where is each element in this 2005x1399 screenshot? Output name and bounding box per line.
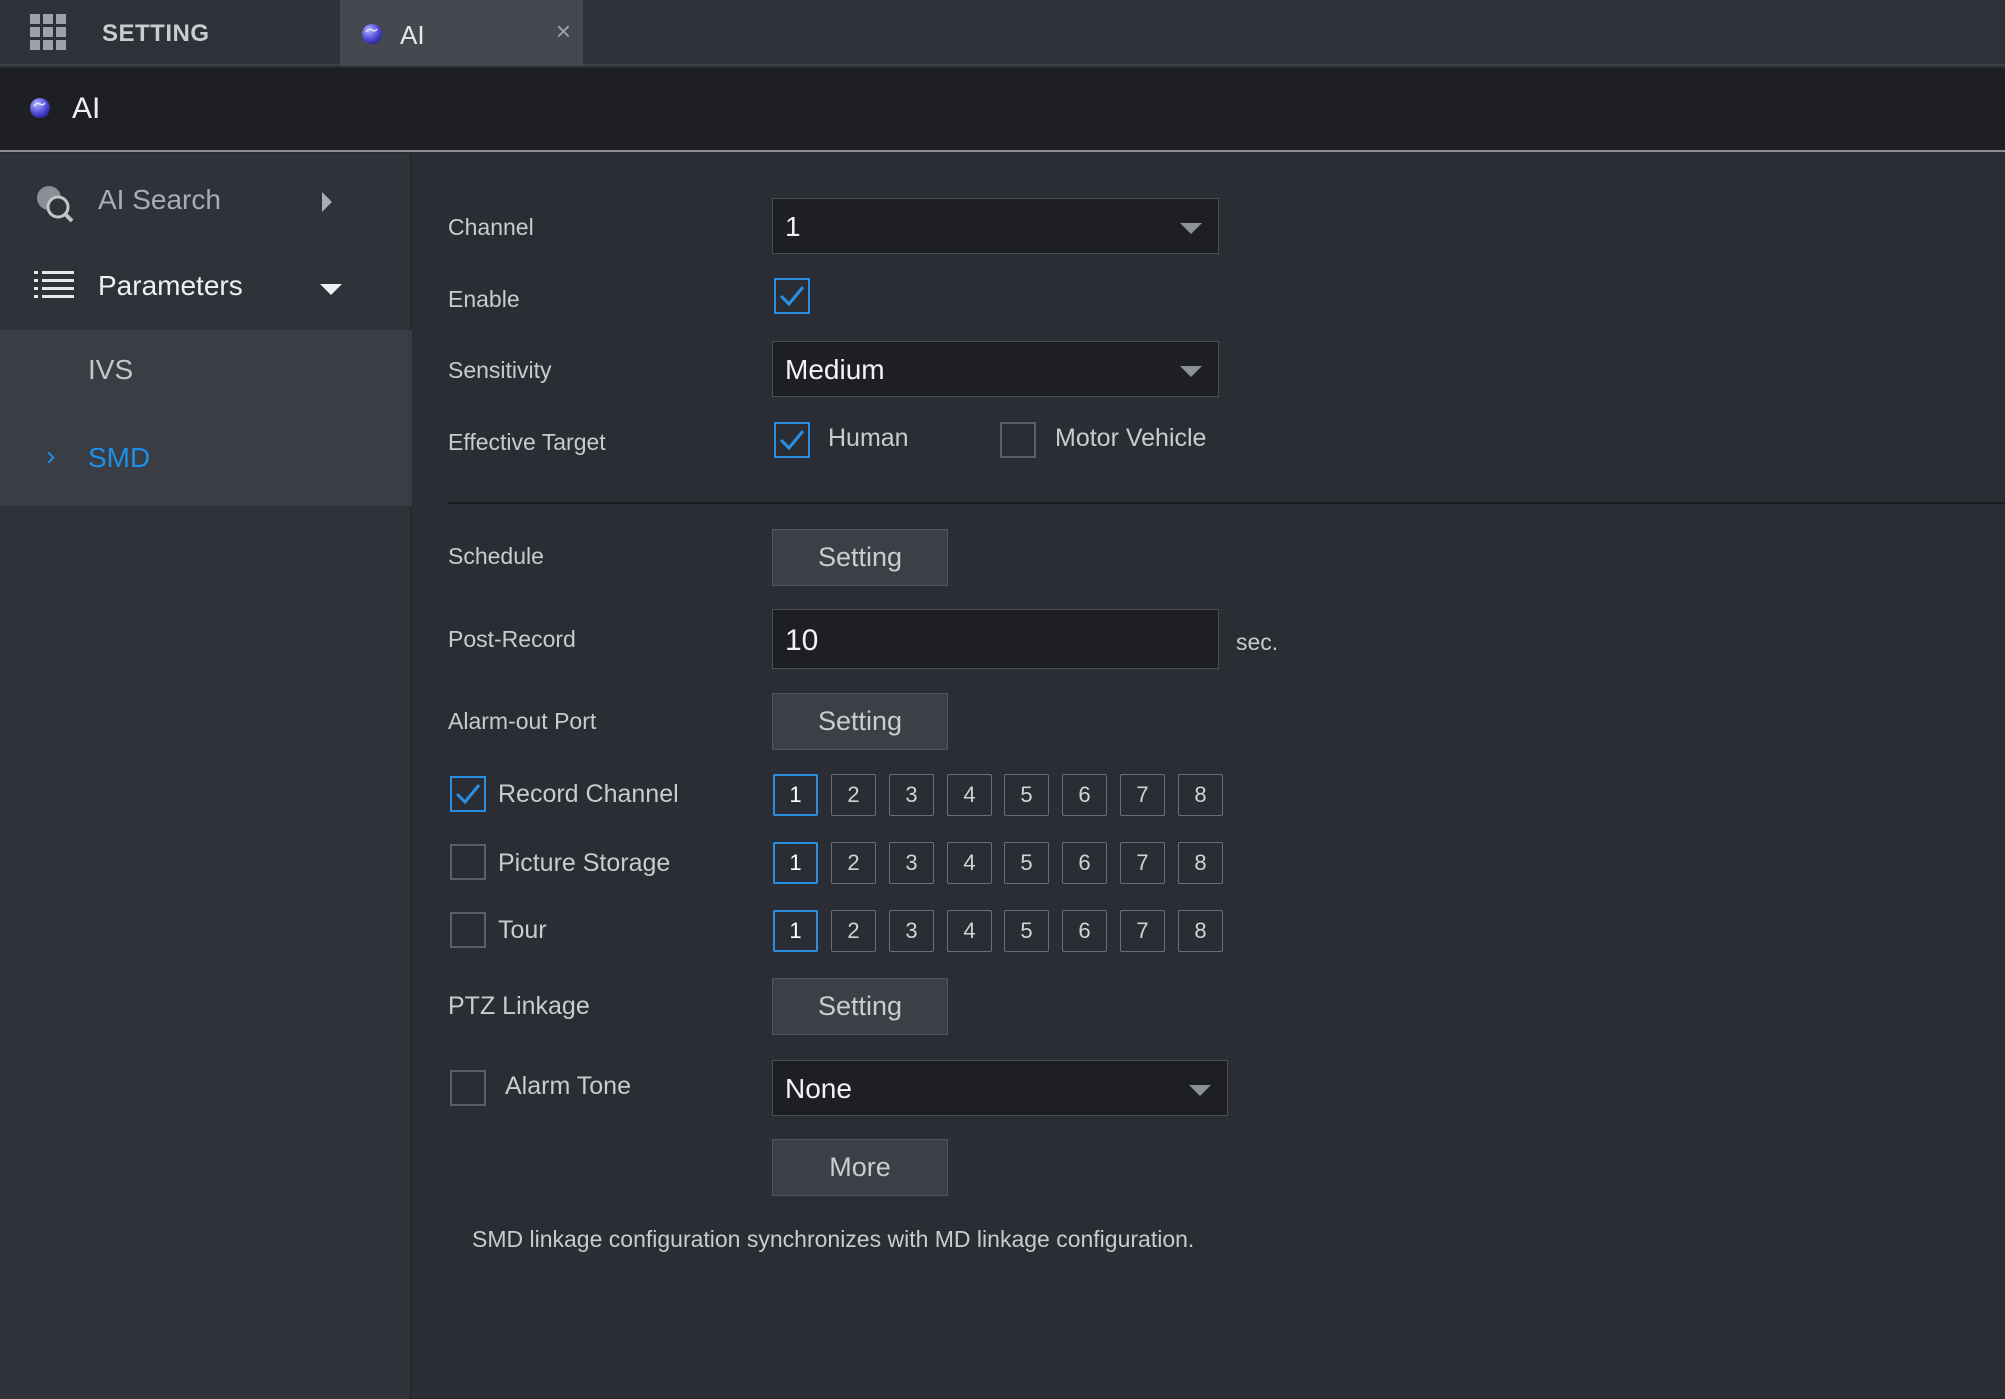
picture-storage-3[interactable]: 3 [889,842,934,884]
more-button[interactable]: More [772,1139,948,1196]
record-channel-8[interactable]: 8 [1178,774,1223,816]
close-icon[interactable]: × [556,16,571,47]
tour-channel-5[interactable]: 5 [1004,910,1049,952]
channel-select[interactable]: 1 [772,198,1219,254]
list-icon [34,271,74,298]
post-record-unit: sec. [1236,629,1279,655]
ptz-linkage-label: PTZ Linkage [448,992,590,1020]
linkage-note: SMD linkage configuration synchronizes w… [472,1226,1195,1252]
record-channel-label: Record Channel [498,780,679,808]
motor-vehicle-checkbox[interactable] [1000,422,1036,458]
tour-channel-1[interactable]: 1 [773,910,818,952]
chevron-down-icon [320,284,342,295]
alarm-tone-label: Alarm Tone [505,1072,631,1100]
sidebar-item-ivs[interactable]: IVS [0,330,412,416]
grid-icon[interactable] [30,14,66,50]
sensitivity-label: Sensitivity [448,357,552,383]
alarm-out-label: Alarm-out Port [448,708,597,734]
motor-vehicle-label: Motor Vehicle [1055,424,1207,452]
picture-storage-7[interactable]: 7 [1120,842,1165,884]
tour-channel-8[interactable]: 8 [1178,910,1223,952]
record-channel-3[interactable]: 3 [889,774,934,816]
tour-channel-2[interactable]: 2 [831,910,876,952]
schedule-label: Schedule [448,543,544,569]
channel-label: Channel [448,214,534,240]
post-record-input[interactable]: 10 [772,609,1219,669]
enable-checkbox[interactable] [774,278,810,314]
picture-storage-4[interactable]: 4 [947,842,992,884]
post-record-label: Post-Record [448,626,576,652]
enable-label: Enable [448,286,520,312]
globe-icon [30,98,50,118]
tab-setting-label: SETTING [102,20,210,47]
page-title: AI [72,92,101,125]
chevron-right-icon [322,192,332,212]
divider [448,502,2005,504]
human-checkbox[interactable] [774,422,810,458]
alarm-tone-checkbox[interactable] [450,1070,486,1106]
picture-storage-8[interactable]: 8 [1178,842,1223,884]
post-record-value: 10 [785,624,819,657]
ai-search-icon [37,186,74,223]
picture-storage-1[interactable]: 1 [773,842,818,884]
sidebar-item-smd[interactable]: › SMD [0,418,412,504]
tour-label: Tour [498,916,547,944]
sidebar: AI Search Parameters IVS › SMD [0,154,412,1399]
record-channel-5[interactable]: 5 [1004,774,1049,816]
chevron-right-icon: › [46,440,56,471]
sensitivity-value: Medium [785,354,885,385]
record-channel-checkbox[interactable] [450,776,486,812]
tour-channel-6[interactable]: 6 [1062,910,1107,952]
tab-setting[interactable]: SETTING [0,0,340,66]
tab-ai[interactable]: AI × [340,0,583,66]
tab-ai-label: AI [400,20,425,50]
channel-value: 1 [785,211,801,242]
chevron-down-icon [1189,1085,1211,1096]
record-channel-4[interactable]: 4 [947,774,992,816]
chevron-down-icon [1180,223,1202,234]
checkmark-icon [455,784,481,805]
record-channel-7[interactable]: 7 [1120,774,1165,816]
schedule-setting-button[interactable]: Setting [772,529,948,586]
chevron-down-icon [1180,366,1202,377]
record-channel-2[interactable]: 2 [831,774,876,816]
sidebar-item-parameters[interactable]: Parameters [0,244,412,330]
ptz-linkage-setting-button[interactable]: Setting [772,978,948,1035]
top-bar: SETTING AI × [0,0,2005,66]
record-channel-6[interactable]: 6 [1062,774,1107,816]
record-channel-1[interactable]: 1 [773,774,818,816]
tour-channel-7[interactable]: 7 [1120,910,1165,952]
checkmark-icon [779,430,805,451]
effective-target-label: Effective Target [448,429,606,455]
alarm-tone-select[interactable]: None [772,1060,1228,1116]
alarm-tone-value: None [785,1073,852,1104]
picture-storage-label: Picture Storage [498,849,671,877]
sidebar-item-label: Parameters [98,270,243,301]
checkmark-icon [779,286,805,307]
tour-checkbox[interactable] [450,912,486,948]
sensitivity-select[interactable]: Medium [772,341,1219,397]
picture-storage-2[interactable]: 2 [831,842,876,884]
sidebar-item-label: AI Search [98,184,221,215]
human-label: Human [828,424,909,452]
tour-channel-4[interactable]: 4 [947,910,992,952]
picture-storage-5[interactable]: 5 [1004,842,1049,884]
sidebar-item-label: IVS [88,354,134,385]
sidebar-item-ai-search[interactable]: AI Search [0,158,412,244]
page-header: AI [0,68,2005,152]
picture-storage-checkbox[interactable] [450,844,486,880]
main-content: Channel 1 Enable Sensitivity Medium Effe… [414,154,2005,1399]
tour-channel-3[interactable]: 3 [889,910,934,952]
picture-storage-6[interactable]: 6 [1062,842,1107,884]
sidebar-item-label: SMD [88,442,151,473]
globe-icon [362,24,382,44]
alarm-out-setting-button[interactable]: Setting [772,693,948,750]
sidebar-submenu: IVS › SMD [0,330,412,506]
